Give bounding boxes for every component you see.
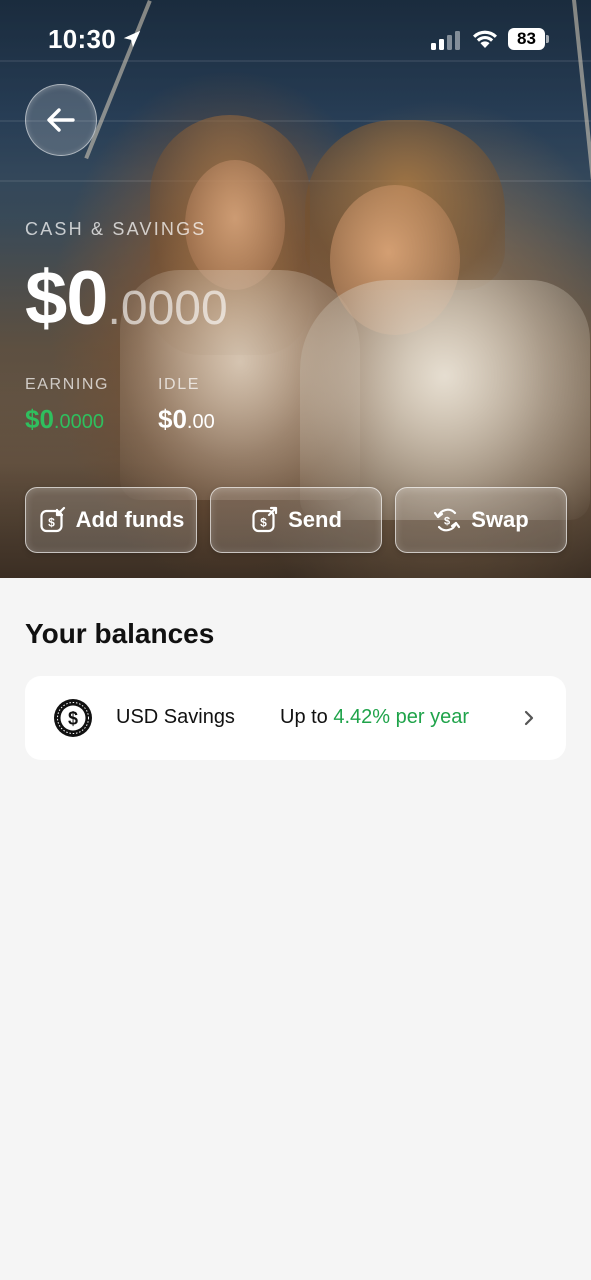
add-funds-button[interactable]: $ Add funds [25, 487, 197, 553]
swap-button[interactable]: $ Swap [395, 487, 567, 553]
cellular-signal-icon [431, 31, 460, 50]
status-bar: 10:30 83 [0, 0, 591, 80]
location-arrow-icon [123, 30, 141, 48]
idle-label: IDLE [158, 376, 200, 393]
add-funds-icon: $ [40, 506, 65, 533]
earning-value: $0.0000 [25, 404, 104, 435]
balance-name: USD Savings [116, 706, 235, 728]
send-label: Send [288, 507, 342, 532]
send-button[interactable]: $ Send [210, 487, 382, 553]
svg-text:$: $ [444, 516, 450, 528]
send-icon: $ [252, 506, 278, 533]
status-time: 10:30 [48, 24, 116, 54]
battery-level: 83 [508, 28, 545, 50]
earning-value-decimal: .0000 [53, 411, 104, 433]
balance-rate-prefix: Up to [280, 706, 334, 728]
swap-icon: $ [434, 508, 461, 532]
wifi-icon [473, 30, 497, 48]
background-photo-detail [300, 280, 590, 520]
balance-rate: Up to 4.42% per year [280, 706, 469, 729]
svg-text:$: $ [48, 516, 55, 530]
battery-indicator: 83 [508, 28, 550, 50]
total-balance-main: $0 [25, 256, 109, 341]
balance-rate-value: 4.42% per year [333, 706, 469, 728]
total-balance-decimal: .0000 [107, 282, 228, 335]
total-balance: $0.0000 [25, 255, 228, 342]
battery-cap [546, 35, 549, 43]
swap-label: Swap [471, 507, 529, 532]
svg-text:$: $ [260, 516, 267, 530]
back-button[interactable] [25, 84, 97, 156]
chevron-right-icon [524, 710, 534, 726]
idle-value: $0.00 [158, 404, 215, 435]
add-funds-label: Add funds [75, 507, 185, 532]
earning-value-main: $0 [25, 404, 54, 434]
svg-text:$: $ [68, 709, 78, 729]
dollar-coin-icon: $ [54, 699, 92, 737]
idle-value-main: $0 [158, 404, 187, 434]
balances-title: Your balances [25, 618, 215, 649]
earning-label: EARNING [25, 376, 110, 393]
balance-card-usd-savings[interactable]: $ USD Savings Up to 4.42% per year [25, 676, 566, 760]
idle-value-decimal: .00 [186, 411, 215, 433]
arrow-left-icon [47, 108, 75, 132]
hero-label: CASH & SAVINGS [25, 219, 207, 239]
